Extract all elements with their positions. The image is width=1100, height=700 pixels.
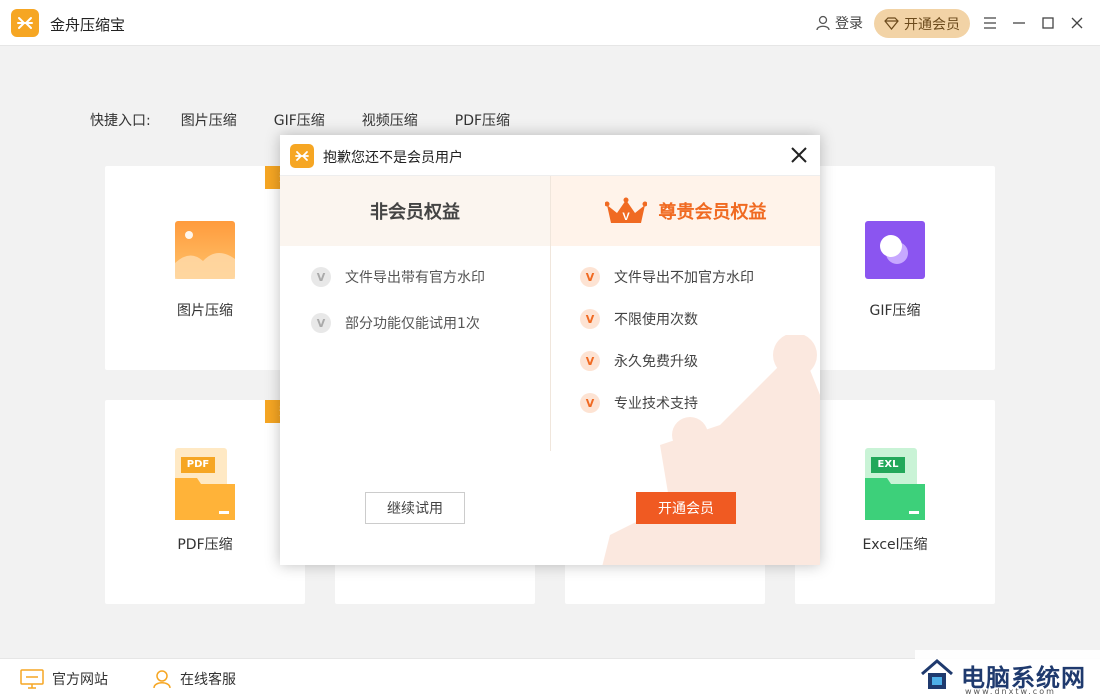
- image-file-icon: [175, 221, 235, 279]
- card-label: PDF压缩: [177, 537, 233, 553]
- card-pdf-compress[interactable]: 热 PDF PDF压缩: [105, 400, 305, 604]
- gif-file-icon: [865, 221, 925, 279]
- card-label: GIF压缩: [869, 303, 921, 319]
- card-image-compress[interactable]: 热 图片压缩: [105, 166, 305, 370]
- shortcut-bar: 快捷入口: 图片压缩 GIF压缩 视频压缩 PDF压缩: [90, 110, 547, 130]
- official-website-link[interactable]: 官方网站: [20, 669, 108, 689]
- diamond-icon: [884, 17, 899, 30]
- title-bar: 金舟压缩宝 登录 开通会员: [0, 0, 1100, 46]
- open-vip-button[interactable]: 开通会员: [874, 9, 970, 38]
- v-bullet-icon: V: [580, 309, 600, 329]
- monitor-icon: [20, 669, 44, 689]
- benefit-text: 文件导出带有官方水印: [345, 270, 485, 286]
- member-header-label: 尊贵会员权益: [658, 202, 767, 223]
- app-logo-icon: [290, 144, 314, 168]
- dialog-close-button[interactable]: [788, 144, 810, 166]
- non-member-benefit: V 部分功能仅能试用1次: [311, 313, 480, 333]
- non-member-benefit: V 文件导出带有官方水印: [311, 267, 485, 287]
- benefit-text: 不限使用次数: [614, 312, 698, 328]
- member-benefit: V 文件导出不加官方水印: [580, 267, 754, 287]
- vip-dialog: 抱歉您还不是会员用户 非会员权益 V 尊贵会员权益 V 文件导出带有官方水印 V…: [280, 135, 820, 565]
- menu-button[interactable]: [979, 12, 1001, 34]
- online-service-link[interactable]: 在线客服: [152, 669, 236, 689]
- minimize-button[interactable]: [1008, 12, 1030, 34]
- member-benefit: V 不限使用次数: [580, 309, 698, 329]
- benefit-text: 部分功能仅能试用1次: [345, 316, 480, 332]
- dialog-title: 抱歉您还不是会员用户: [323, 150, 463, 166]
- shortcut-gif-compress[interactable]: GIF压缩: [274, 110, 325, 130]
- close-icon: [1071, 17, 1083, 29]
- v-bullet-icon: V: [580, 267, 600, 287]
- non-member-header: 非会员权益: [280, 176, 550, 246]
- vip-label: 开通会员: [904, 16, 960, 33]
- menu-icon: [984, 17, 996, 29]
- pdf-badge: PDF: [181, 457, 215, 473]
- app-logo-icon: [11, 9, 39, 37]
- v-bullet-icon: V: [311, 267, 331, 287]
- maximize-button[interactable]: [1037, 12, 1059, 34]
- website-label: 官方网站: [52, 672, 108, 688]
- v-bullet-icon: V: [580, 393, 600, 413]
- dialog-header: 抱歉您还不是会员用户: [280, 135, 820, 176]
- watermark-domain: www.dnxtw.com: [965, 687, 1056, 696]
- close-window-button[interactable]: [1066, 12, 1088, 34]
- login-button[interactable]: 登录: [815, 13, 863, 33]
- benefit-text: 专业技术支持: [614, 396, 698, 412]
- app-title: 金舟压缩宝: [50, 16, 126, 34]
- benefit-text: 永久免费升级: [614, 354, 698, 370]
- member-benefit: V 永久免费升级: [580, 351, 698, 371]
- open-membership-button[interactable]: 开通会员: [636, 492, 736, 524]
- card-gif-compress[interactable]: GIF压缩: [795, 166, 995, 370]
- card-label: 图片压缩: [177, 303, 233, 319]
- site-watermark: 电脑系统网 www.dnxtw.com: [915, 650, 1100, 700]
- svg-text:V: V: [622, 211, 630, 223]
- service-agent-icon: [153, 670, 171, 689]
- v-bullet-icon: V: [580, 351, 600, 371]
- shortcut-video-compress[interactable]: 视频压缩: [362, 110, 418, 130]
- shortcut-pdf-compress[interactable]: PDF压缩: [455, 110, 510, 130]
- login-label: 登录: [835, 16, 863, 32]
- card-label: Excel压缩: [862, 537, 928, 553]
- card-excel-compress[interactable]: EXL Excel压缩: [795, 400, 995, 604]
- house-logo-icon: [921, 659, 953, 689]
- column-divider: [550, 176, 551, 451]
- crown-icon: V: [604, 197, 647, 223]
- service-label: 在线客服: [180, 672, 236, 688]
- close-icon: [791, 147, 807, 163]
- member-header: V 尊贵会员权益: [551, 176, 820, 246]
- v-bullet-icon: V: [311, 313, 331, 333]
- benefit-text: 文件导出不加官方水印: [614, 270, 754, 286]
- maximize-icon: [1042, 17, 1054, 29]
- member-benefit: V 专业技术支持: [580, 393, 698, 413]
- minimize-icon: [1013, 22, 1025, 24]
- shortcut-label: 快捷入口:: [90, 113, 151, 129]
- continue-trial-button[interactable]: 继续试用: [365, 492, 465, 524]
- shortcut-image-compress[interactable]: 图片压缩: [181, 110, 237, 130]
- excel-badge: EXL: [871, 457, 905, 473]
- user-icon: [816, 15, 830, 31]
